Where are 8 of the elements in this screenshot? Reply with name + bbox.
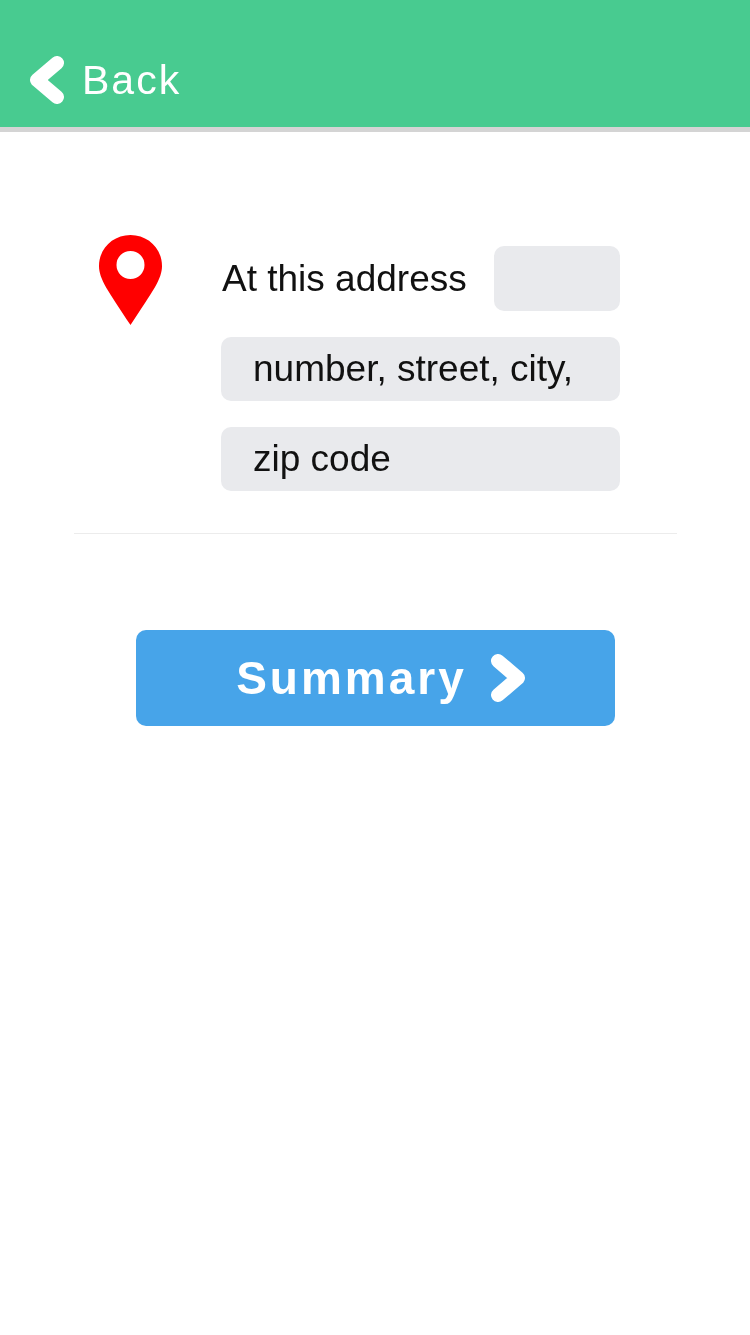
address-label: At this address [221,257,467,300]
input-field[interactable]: zip code [221,427,620,491]
chevron-left-icon [30,56,64,104]
location-pin-icon [99,235,162,325]
input-field[interactable]: number, street, city, [221,337,620,401]
summary-button[interactable]: Summary [136,630,615,726]
chevron-right-icon [490,654,525,702]
back-button[interactable]: Back [30,56,182,104]
